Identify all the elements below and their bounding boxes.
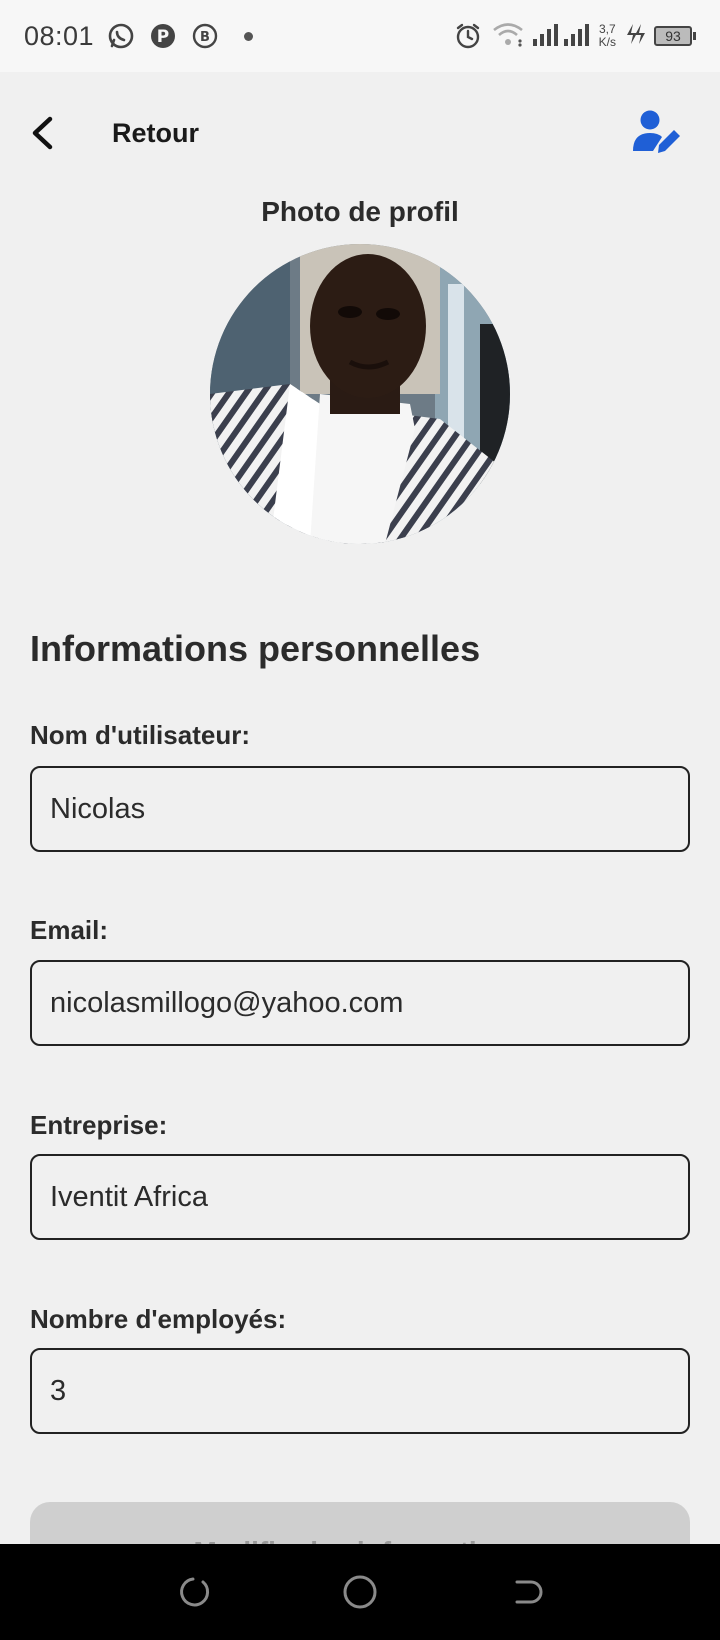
username-input[interactable] (30, 766, 690, 852)
pinterest-icon: P (148, 21, 178, 51)
charging-icon (624, 23, 646, 50)
status-time: 08:01 (24, 20, 95, 51)
home-icon (343, 1575, 377, 1609)
edit-profile-button[interactable] (628, 105, 684, 161)
user-edit-icon (633, 110, 680, 153)
recent-apps-button[interactable] (169, 1568, 217, 1616)
signal-icon (532, 21, 591, 52)
company-label: Entreprise: (30, 1110, 168, 1140)
system-nav-bar (0, 1544, 720, 1640)
employees-input[interactable] (30, 1348, 690, 1434)
battery-cap (693, 32, 696, 40)
app-header: Retour (0, 88, 720, 178)
net-speed-unit: K/s (598, 35, 616, 49)
employees-label: Nombre d'employés: (30, 1304, 287, 1334)
battery-indicator: 93 (654, 26, 696, 46)
battery-level: 93 (654, 26, 692, 46)
back-label[interactable]: Retour (112, 118, 199, 149)
section-title: Informations personnelles (30, 628, 481, 669)
recent-apps-icon (180, 1577, 210, 1607)
system-back-button[interactable] (503, 1568, 551, 1616)
notification-icons: P B (106, 21, 254, 51)
email-label: Email: (30, 915, 109, 945)
home-button[interactable] (336, 1568, 384, 1616)
chevron-left-icon (32, 116, 53, 150)
status-bar: 08:01 P B 3,7 K/s 93 (0, 0, 720, 72)
alarm-icon (453, 21, 483, 51)
wifi-icon (491, 21, 525, 52)
more-notifications-dot (244, 31, 254, 41)
business-b-icon: B (190, 21, 220, 51)
profile-avatar[interactable] (210, 244, 510, 544)
photo-label: Photo de profil (261, 196, 459, 227)
svg-text:P: P (157, 27, 169, 47)
system-icons: 3,7 K/s 93 (453, 21, 696, 52)
email-input[interactable] (30, 960, 690, 1046)
svg-text:B: B (200, 30, 210, 45)
back-button[interactable] (30, 108, 70, 158)
company-input[interactable] (30, 1154, 690, 1240)
network-speed: 3,7 K/s (599, 23, 616, 49)
username-label: Nom d'utilisateur: (30, 720, 250, 750)
profile-photo (210, 244, 510, 544)
nav-back-icon (515, 1580, 543, 1604)
whatsapp-icon (106, 21, 136, 51)
net-speed-value: 3,7 (598, 22, 616, 36)
